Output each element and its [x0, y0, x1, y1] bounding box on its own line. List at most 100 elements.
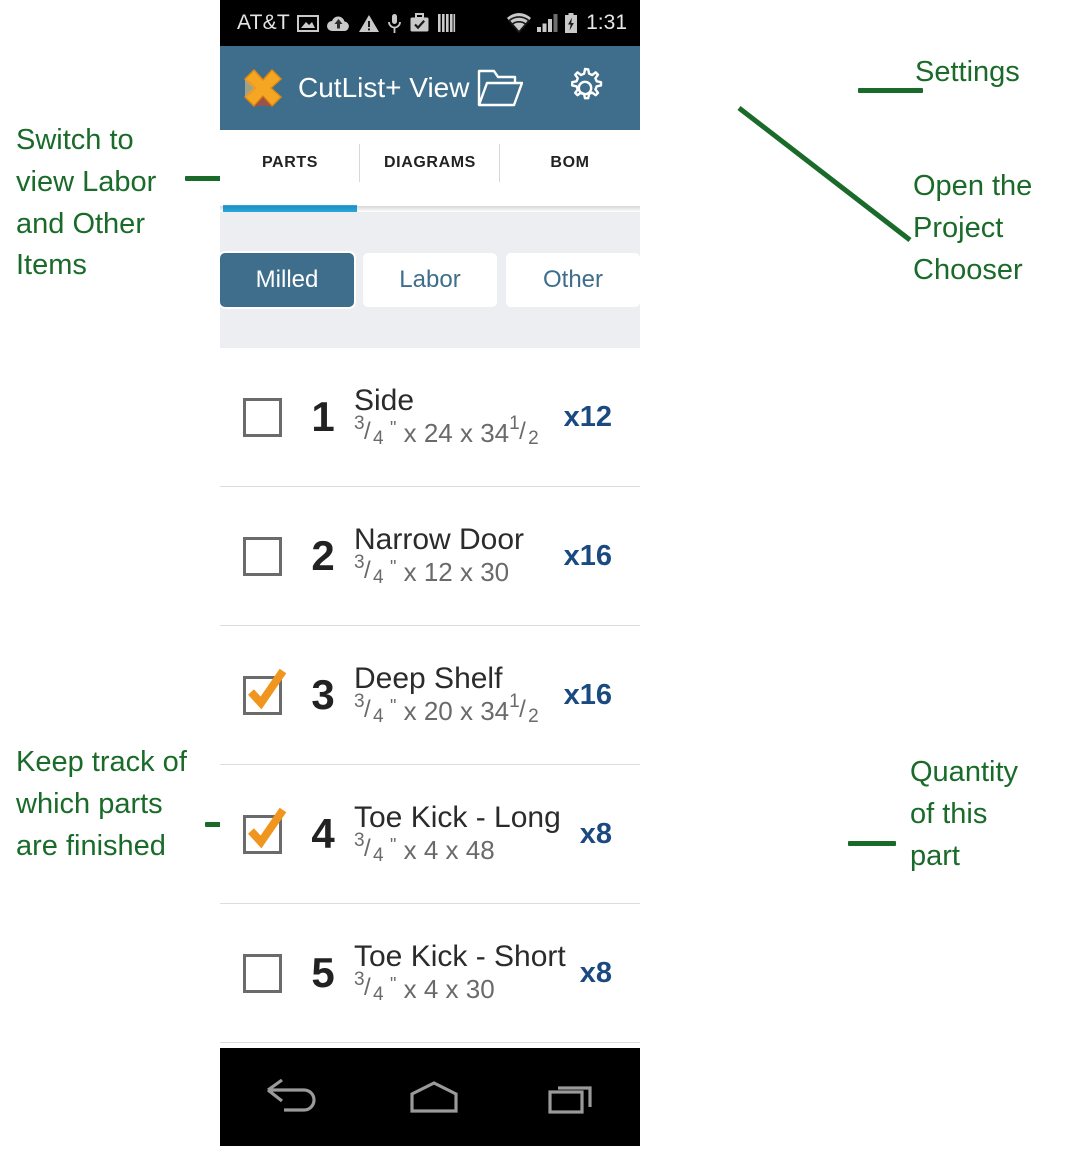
- warning-icon: [358, 14, 379, 32]
- fraction-slash: /: [364, 835, 371, 863]
- part-dimensions: 3/4 " x 24 x 34 1/2: [354, 413, 564, 450]
- table-row[interactable]: 5 Toe Kick - Short 3/4 " x 4 x 30 x8: [220, 904, 640, 1043]
- part-number: 2: [311, 532, 335, 579]
- thickness-fraction: 3/4: [354, 413, 384, 450]
- segment-labor[interactable]: Labor: [363, 253, 497, 307]
- carrier-label: AT&T: [237, 11, 290, 34]
- dimension-text: x 4 x 48: [403, 835, 495, 866]
- app-bar: CutList+ View: [220, 46, 640, 130]
- recents-icon[interactable]: [548, 1079, 596, 1115]
- part-checkbox[interactable]: [242, 397, 282, 437]
- part-quantity: x16: [563, 539, 612, 572]
- part-checkbox-cell[interactable]: [220, 536, 304, 576]
- part-checkbox[interactable]: [242, 807, 286, 854]
- battery-charging-icon: [565, 12, 578, 33]
- part-number: 1: [311, 393, 335, 440]
- app-title: CutList+ View: [298, 72, 470, 103]
- part-name: Narrow Door: [354, 522, 525, 556]
- part-number: 3: [311, 671, 335, 718]
- part-info: Deep Shelf 3/4 " x 20 x 34 1/2: [342, 661, 564, 728]
- checkmark-icon: [247, 668, 286, 709]
- home-icon[interactable]: [409, 1080, 459, 1114]
- part-dimensions: 3/4 " x 4 x 48: [354, 830, 580, 867]
- part-quantity: x8: [579, 956, 612, 989]
- clock-label: 1:31: [586, 11, 627, 34]
- back-icon[interactable]: [264, 1077, 320, 1117]
- inch-mark: ": [390, 696, 397, 717]
- part-dimensions: 3/4 " x 12 x 30: [354, 552, 564, 589]
- part-quantity: x12: [563, 400, 612, 433]
- parts-list[interactable]: 1 Side 3/4 " x 24 x 34 1/2 x12 2 Narrow Do…: [220, 348, 640, 1048]
- tab-parts[interactable]: PARTS: [220, 130, 360, 212]
- table-row[interactable]: 3 Deep Shelf 3/4 " x 20 x 34 1/2 x16: [220, 626, 640, 765]
- part-number: 4: [311, 810, 335, 857]
- inch-mark: ": [390, 974, 397, 995]
- leader-line-settings: [858, 88, 923, 93]
- tab-bar: PARTS DIAGRAMS BOM: [220, 130, 640, 212]
- dimension-text: x 12 x 30: [403, 557, 510, 588]
- briefcase-check-icon: [410, 13, 429, 32]
- inch-mark: ": [390, 557, 397, 578]
- part-name: Toe Kick - Short: [354, 939, 566, 973]
- fraction-slash: /: [364, 557, 371, 585]
- part-dimensions: 3/4 " x 4 x 30: [354, 969, 580, 1006]
- part-dimensions: 3/4 " x 20 x 34 1/2: [354, 691, 564, 728]
- segment-other[interactable]: Other: [506, 253, 640, 307]
- gear-icon[interactable]: [563, 66, 607, 110]
- thickness-fraction: 3/4: [354, 552, 384, 589]
- tab-bom[interactable]: BOM: [500, 130, 640, 212]
- part-name: Side: [354, 383, 415, 417]
- part-checkbox[interactable]: [242, 668, 286, 715]
- android-nav-bar: [220, 1048, 640, 1146]
- dimension-text: x 20 x 34: [403, 696, 510, 727]
- thickness-fraction: 3/4: [354, 830, 384, 867]
- fraction-slash: /: [364, 696, 371, 724]
- fraction-slash: /: [519, 696, 526, 724]
- part-quantity: x8: [579, 817, 612, 850]
- segmented-control: Milled Labor Other: [220, 212, 640, 348]
- tab-bom-label: BOM: [550, 154, 590, 171]
- table-row[interactable]: 2 Narrow Door 3/4 " x 12 x 30 x16: [220, 487, 640, 626]
- annotation-switch-labor: Switch to view Labor and Other Items: [16, 124, 157, 282]
- part-checkbox-cell[interactable]: [220, 953, 304, 993]
- dimension-text: x 4 x 30: [403, 974, 495, 1005]
- checkmark-icon: [247, 807, 286, 848]
- table-row[interactable]: 1 Side 3/4 " x 24 x 34 1/2 x12: [220, 348, 640, 487]
- length-fraction: 1/2: [509, 413, 539, 450]
- microphone-icon: [388, 13, 401, 33]
- part-quantity: x16: [563, 678, 612, 711]
- part-name: Toe Kick - Long: [354, 800, 561, 834]
- open-folder-icon[interactable]: [477, 68, 523, 108]
- part-checkbox-cell[interactable]: [220, 397, 304, 437]
- image-icon: [296, 14, 319, 32]
- leader-line-project-chooser: [737, 106, 912, 242]
- cutlist-x-logo: [244, 69, 282, 107]
- phone-screen: AT&T 1:31 CutList+ View PARTS DIAGRAMS B…: [220, 0, 640, 1146]
- part-info: Toe Kick - Long 3/4 " x 4 x 48: [342, 800, 580, 867]
- thickness-fraction: 3/4: [354, 969, 384, 1006]
- part-number: 5: [311, 949, 335, 996]
- thickness-fraction: 3/4: [354, 691, 384, 728]
- annotation-keep-track: Keep track of which parts are finished: [16, 746, 187, 862]
- status-bar-left: AT&T: [220, 11, 456, 35]
- tab-diagrams[interactable]: DIAGRAMS: [360, 130, 500, 212]
- barcode-icon: [437, 14, 456, 32]
- inch-mark: ": [390, 835, 397, 856]
- part-checkbox-cell[interactable]: [220, 807, 304, 854]
- length-fraction: 1/2: [509, 691, 539, 728]
- part-checkbox[interactable]: [242, 536, 282, 576]
- annotation-settings: Settings: [915, 56, 1020, 88]
- part-info: Narrow Door 3/4 " x 12 x 30: [342, 522, 564, 589]
- part-checkbox[interactable]: [242, 953, 282, 993]
- part-name: Deep Shelf: [354, 661, 503, 695]
- status-bar: AT&T 1:31: [220, 0, 640, 46]
- table-row[interactable]: 4 Toe Kick - Long 3/4 " x 4 x 48 x8: [220, 765, 640, 904]
- status-bar-right: 1:31: [506, 11, 640, 35]
- cloud-upload-icon: [326, 16, 349, 31]
- signal-icon: [537, 14, 558, 32]
- app-bar-actions: [477, 66, 640, 110]
- segment-milled[interactable]: Milled: [220, 253, 354, 307]
- fraction-slash: /: [519, 418, 526, 446]
- part-checkbox-cell[interactable]: [220, 668, 304, 715]
- part-info: Side 3/4 " x 24 x 34 1/2: [342, 383, 564, 450]
